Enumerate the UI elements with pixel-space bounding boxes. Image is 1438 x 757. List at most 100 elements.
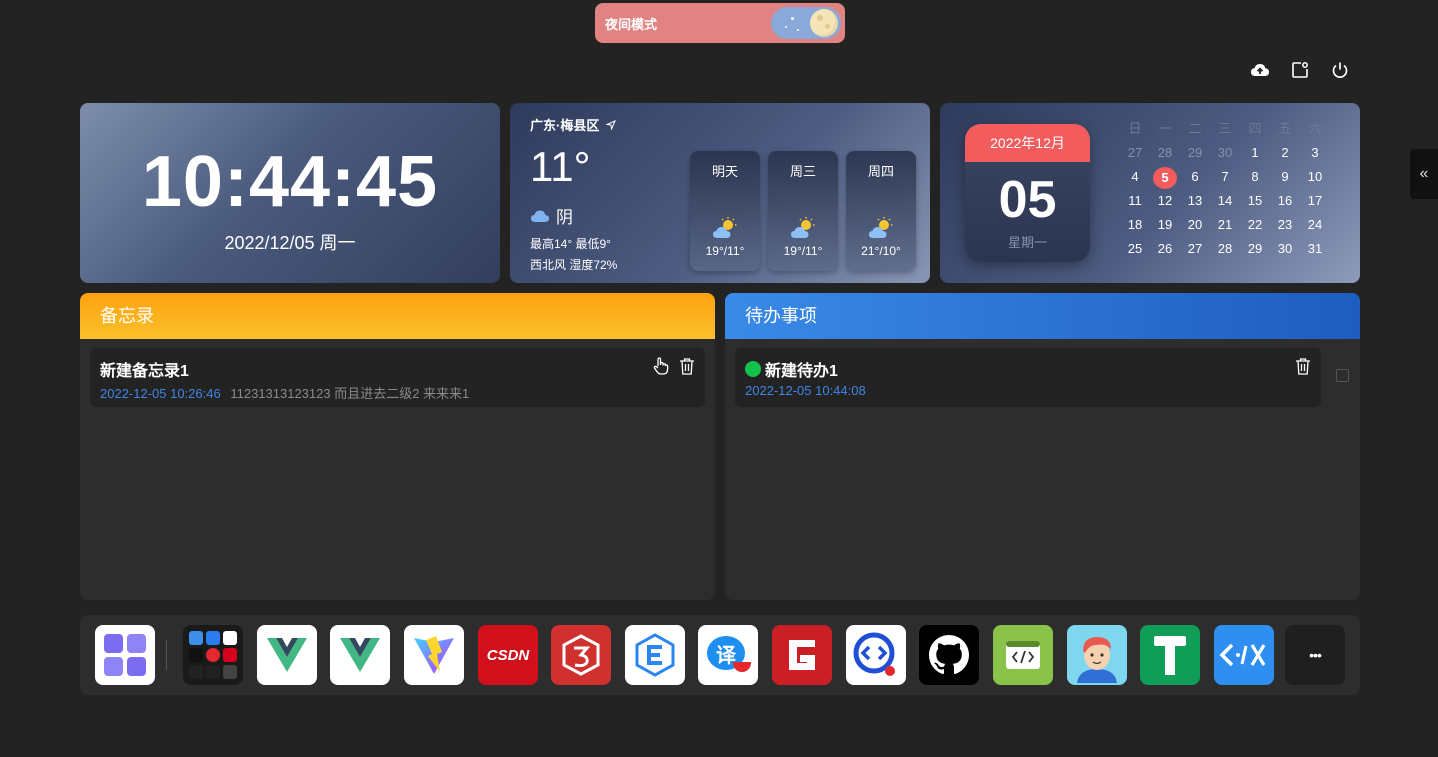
calendar-day[interactable]: 10 <box>1300 167 1330 187</box>
calendar-day[interactable]: 27 <box>1180 239 1210 259</box>
memo-content: 11231313123123 而且进去二级2 来来来1 <box>230 386 470 401</box>
date-badge: 2022年12月 05 星期一 <box>965 124 1090 262</box>
calendar-day-today[interactable]: 5 <box>1150 167 1180 189</box>
todo-title-row: 新建待办1 <box>745 357 838 381</box>
calendar-day[interactable]: 24 <box>1300 215 1330 235</box>
calendar-weekday-header: 五 <box>1278 121 1292 136</box>
calendar-day[interactable]: 29 <box>1180 143 1210 163</box>
memo-item[interactable]: 新建备忘录1 2022-12-05 10:26:46 1123131312312… <box>90 348 705 407</box>
forecast-day-label: 周三 <box>789 164 816 179</box>
calendar-day[interactable]: 25 <box>1120 239 1150 259</box>
vite-icon[interactable] <box>404 625 464 685</box>
todo-timestamp: 2022-12-05 10:44:08 <box>745 383 866 398</box>
todo-item[interactable]: 新建待办1 2022-12-05 10:44:08 <box>735 348 1321 407</box>
current-temperature: 11° <box>530 143 591 190</box>
calendar-day[interactable]: 29 <box>1240 239 1270 259</box>
calendar-day[interactable]: 18 <box>1120 215 1150 235</box>
csdn-label: CSDN <box>486 646 530 664</box>
night-mode-toggle[interactable]: 夜间模式 <box>595 3 845 43</box>
calendar-day[interactable]: 28 <box>1210 239 1240 259</box>
clock-date: 2022/12/05 周一 <box>224 233 356 253</box>
calendar-day[interactable]: 21 <box>1210 215 1240 235</box>
clock-widget: 10:44:45 2022/12/05 周一 <box>80 103 500 283</box>
sidebar-expand-button[interactable]: « <box>1410 149 1438 199</box>
weekday-label: 星期一 <box>1007 235 1047 250</box>
calendar-day[interactable]: 8 <box>1240 167 1270 187</box>
todo-panel: 待办事项 新建待办1 2022-12-05 10:44:08 <box>725 293 1360 600</box>
calendar-day[interactable]: 19 <box>1150 215 1180 235</box>
clock-time: 10:44:45 <box>141 142 439 222</box>
calendar-day[interactable]: 4 <box>1120 167 1150 187</box>
calendar-day[interactable]: 1 <box>1240 143 1270 163</box>
weather-condition-label: 阴 <box>556 208 573 227</box>
memo-meta: 2022-12-05 10:26:46 11231313123123 而且进去二… <box>100 383 469 402</box>
window-settings-icon[interactable] <box>1290 60 1310 80</box>
weather-location-label: 广东·梅县区 <box>530 118 600 133</box>
code-arrows-icon[interactable] <box>1214 625 1274 685</box>
memo-panel: 备忘录 新建备忘录1 2022-12-05 10:26:46 112313131… <box>80 293 715 600</box>
app-grid-icon[interactable] <box>95 625 155 685</box>
calendar-day[interactable]: 15 <box>1240 191 1270 211</box>
weather-location[interactable]: 广东·梅县区 <box>530 115 616 134</box>
star-icon <box>791 17 794 20</box>
translate-icon[interactable]: 译 <box>698 625 758 685</box>
power-icon[interactable] <box>1330 60 1350 80</box>
forecast-day: 周三 19°/11° <box>768 151 838 271</box>
calendar-day[interactable]: 30 <box>1210 143 1240 163</box>
vue-icon-2[interactable] <box>330 625 390 685</box>
todo-header: 待办事项 <box>725 293 1360 339</box>
calendar-day[interactable]: 2 <box>1270 143 1300 163</box>
calendar-day[interactable]: 20 <box>1180 215 1210 235</box>
calendar-day[interactable]: 7 <box>1210 167 1240 187</box>
calendar-day[interactable]: 3 <box>1300 143 1330 163</box>
code-circle-icon[interactable] <box>846 625 906 685</box>
star-icon <box>785 26 787 28</box>
calendar-day[interactable]: 22 <box>1240 215 1270 235</box>
drag-hand-icon[interactable] <box>653 357 669 375</box>
calendar-day[interactable]: 14 <box>1210 191 1240 211</box>
calendar-day[interactable]: 23 <box>1270 215 1300 235</box>
vue-icon[interactable] <box>257 625 317 685</box>
calendar-day[interactable]: 28 <box>1150 143 1180 163</box>
forecast-day-label: 周四 <box>867 164 894 179</box>
calendar-day[interactable]: 6 <box>1180 167 1210 187</box>
edge-e-icon[interactable] <box>625 625 685 685</box>
day-number: 05 <box>998 171 1057 229</box>
app-folder-icon[interactable] <box>183 625 243 685</box>
calendar-day[interactable]: 26 <box>1150 239 1180 259</box>
calendar-weekday-header: 日 <box>1128 121 1142 136</box>
calendar-day[interactable]: 12 <box>1150 191 1180 211</box>
todo-checkbox[interactable] <box>1336 369 1349 382</box>
calendar-grid: 日一二三四五六 27 28 29 30 1 2 3 4 5 6 7 8 9 10 11 12 13 14 15 16 17… <box>1120 119 1330 259</box>
navigation-arrow-icon <box>605 120 616 131</box>
calendar-day[interactable]: 17 <box>1300 191 1330 211</box>
more-icon[interactable]: ••• <box>1285 625 1345 685</box>
calendar-day[interactable]: 9 <box>1270 167 1300 187</box>
cloud-upload-icon[interactable] <box>1250 60 1270 80</box>
night-mode-switch[interactable] <box>771 7 841 39</box>
avatar-app-icon[interactable] <box>1067 625 1127 685</box>
three-js-icon[interactable] <box>551 625 611 685</box>
trash-icon[interactable] <box>1295 357 1311 375</box>
night-mode-label: 夜间模式 <box>605 16 658 32</box>
calendar-day[interactable]: 27 <box>1120 143 1150 163</box>
calendar-day[interactable]: 11 <box>1120 191 1150 211</box>
status-dot-icon <box>745 361 761 377</box>
calendar-day[interactable]: 13 <box>1180 191 1210 211</box>
csdn-icon[interactable]: CSDN <box>478 625 538 685</box>
calendar-day[interactable]: 31 <box>1300 239 1330 259</box>
month-label: 2022年12月 <box>965 124 1090 162</box>
memo-header: 备忘录 <box>80 293 715 339</box>
todo-title: 新建待办1 <box>765 363 838 380</box>
dock-divider <box>166 640 167 670</box>
forecast-day: 明天 19°/11° <box>690 151 760 271</box>
calendar-day[interactable]: 30 <box>1270 239 1300 259</box>
forecast-day-label: 明天 <box>711 164 738 179</box>
calendar-day[interactable]: 16 <box>1270 191 1300 211</box>
calendar-weekday-header: 一 <box>1158 121 1172 136</box>
github-icon[interactable] <box>919 625 979 685</box>
g-app-icon[interactable] <box>772 625 832 685</box>
code-window-icon[interactable] <box>993 625 1053 685</box>
hammer-t-icon[interactable] <box>1140 625 1200 685</box>
trash-icon[interactable] <box>679 357 695 375</box>
